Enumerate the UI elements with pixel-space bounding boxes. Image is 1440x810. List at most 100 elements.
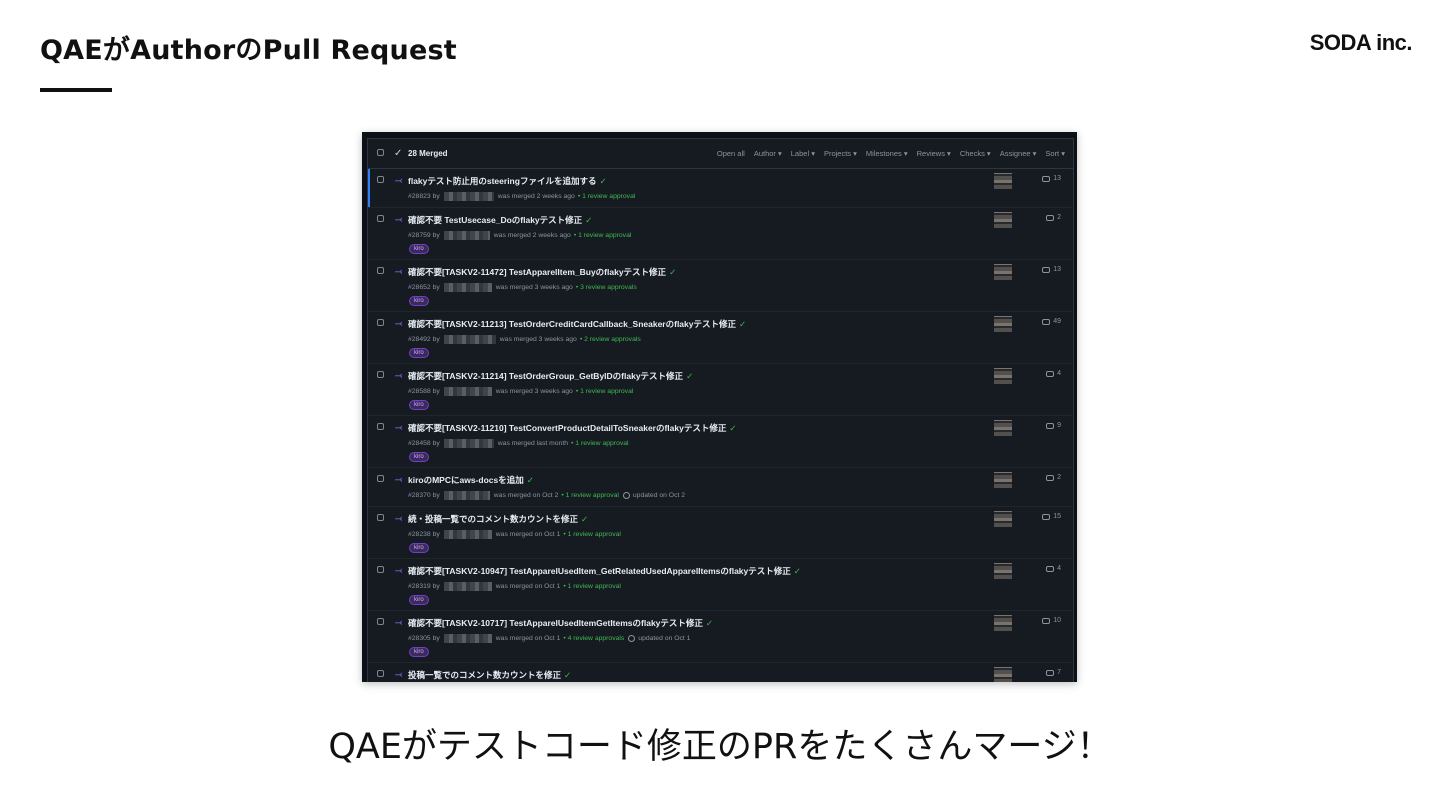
pr-row[interactable]: ⤙ 確認不要[TASKV2-10717] TestApparelUsedItemG… <box>368 611 1073 663</box>
pr-row[interactable]: ⤙ 確認不要[TASKV2-10947] TestApparelUsedItem_… <box>368 559 1073 611</box>
pr-meta: #28652 by was merged 3 weeks ago • 3 revie… <box>408 283 637 292</box>
check-success-icon: ✓ <box>793 566 801 576</box>
assignee-filter[interactable]: Assignee ▾ <box>1000 149 1037 158</box>
reviewer-avatar[interactable] <box>994 212 1012 228</box>
reviewer-avatar[interactable] <box>994 368 1012 384</box>
row-checkbox[interactable] <box>377 267 384 274</box>
pr-merged-icon: ⤙ <box>395 565 403 575</box>
label-badge[interactable]: kiro <box>409 244 429 254</box>
select-all-checkbox[interactable] <box>377 149 384 156</box>
check-success-icon: ✓ <box>564 670 572 680</box>
pr-row[interactable]: ⤙ flakyテスト防止用のsteeringファイルを追加する ✓ #28823 by… <box>368 169 1073 208</box>
pr-title-link[interactable]: 確認不要[TASKV2-10717] TestApparelUsedItemGe… <box>408 617 713 629</box>
company-logo: SODA inc. <box>1309 30 1413 55</box>
comment-count-link[interactable]: 49 <box>1042 318 1061 325</box>
pr-row[interactable]: ⤙ 投稿一覧でのコメント数カウントを修正 ✓ 7 <box>368 663 1073 682</box>
review-approvals-link[interactable]: • 1 review approval <box>571 440 629 447</box>
pr-title-link[interactable]: kiroのMPCにaws-docsを追加 ✓ <box>408 474 534 486</box>
comment-icon <box>1046 422 1055 429</box>
pr-row[interactable]: ⤙ 確認不要 TestUsecase_Doのflakyテスト修正 ✓ #28759 b… <box>368 208 1073 260</box>
pr-row[interactable]: ⤙ 確認不要[TASKV2-11472] TestApparelItem_Buyの… <box>368 260 1073 312</box>
review-approvals-link[interactable]: • 1 review approval <box>563 531 621 538</box>
comment-count-link[interactable]: 2 <box>1046 474 1061 481</box>
pr-row[interactable]: ⤙ 続・投稿一覧でのコメント数カウントを修正 ✓ #28238 by was merge… <box>368 507 1073 559</box>
pr-merged-icon: ⤙ <box>395 474 403 484</box>
projects-filter[interactable]: Projects ▾ <box>824 149 857 158</box>
pr-title-link[interactable]: 確認不要[TASKV2-11214] TestOrderGroup_GetByI… <box>408 370 693 382</box>
checks-filter[interactable]: Checks ▾ <box>960 149 991 158</box>
label-badge[interactable]: kiro <box>409 348 429 358</box>
pr-title-link[interactable]: 確認不要[TASKV2-11210] TestConvertProductDet… <box>408 422 736 434</box>
comment-count-link[interactable]: 13 <box>1042 175 1061 182</box>
review-approvals-link[interactable]: • 3 review approvals <box>576 284 637 291</box>
comment-count-link[interactable]: 4 <box>1046 565 1061 572</box>
review-approvals-link[interactable]: • 1 review approval <box>561 492 619 499</box>
redacted-author <box>443 634 492 643</box>
row-checkbox[interactable] <box>377 319 384 326</box>
pr-title-link[interactable]: flakyテスト防止用のsteeringファイルを追加する ✓ <box>408 175 607 187</box>
comment-count-link[interactable]: 2 <box>1046 214 1061 221</box>
merged-time: was merged on Oct 2 <box>493 492 559 499</box>
pr-title-link[interactable]: 確認不要[TASKV2-10947] TestApparelUsedItem_G… <box>408 565 801 577</box>
comment-count-link[interactable]: 15 <box>1042 513 1061 520</box>
reviews-filter[interactable]: Reviews ▾ <box>917 149 951 158</box>
comment-count-link[interactable]: 10 <box>1042 617 1061 624</box>
reviewer-avatar[interactable] <box>994 264 1012 280</box>
pr-row[interactable]: ⤙ 確認不要[TASKV2-11213] TestOrderCreditCardC… <box>368 312 1073 364</box>
row-checkbox[interactable] <box>377 514 384 521</box>
pr-merged-icon: ⤙ <box>395 669 403 679</box>
pr-title-link[interactable]: 確認不要 TestUsecase_Doのflakyテスト修正 ✓ <box>408 214 592 226</box>
reviewer-avatar[interactable] <box>994 667 1012 682</box>
reviewer-avatar[interactable] <box>994 615 1012 631</box>
row-checkbox[interactable] <box>377 618 384 625</box>
pr-title-link[interactable]: 投稿一覧でのコメント数カウントを修正 ✓ <box>408 669 571 681</box>
label-badge[interactable]: kiro <box>409 452 429 462</box>
check-success-icon: ✓ <box>585 215 593 225</box>
pr-row[interactable]: ⤙ 確認不要[TASKV2-11210] TestConvertProductDe… <box>368 416 1073 468</box>
comment-count-link[interactable]: 13 <box>1042 266 1061 273</box>
merged-count-filter[interactable]: 28 Merged <box>408 149 448 158</box>
reviewer-avatar[interactable] <box>994 472 1012 488</box>
review-approvals-link[interactable]: • 2 review approvals <box>580 336 641 343</box>
pr-number: #28305 by <box>408 635 440 642</box>
sort-filter[interactable]: Sort ▾ <box>1045 149 1065 158</box>
slide-title: QAEがAuthorのPull Request <box>40 35 457 66</box>
milestones-filter[interactable]: Milestones ▾ <box>866 149 908 158</box>
author-filter[interactable]: Author ▾ <box>754 149 782 158</box>
reviewer-avatar[interactable] <box>994 420 1012 436</box>
reviewer-avatar[interactable] <box>994 316 1012 332</box>
review-approvals-link[interactable]: • 1 review approval <box>574 232 632 239</box>
slide-caption: QAEがテストコード修正のPRをたくさんマージ！ <box>328 727 1112 767</box>
row-checkbox[interactable] <box>377 371 384 378</box>
pr-title-link[interactable]: 確認不要[TASKV2-11213] TestOrderCreditCardCa… <box>408 318 746 330</box>
label-badge[interactable]: kiro <box>409 400 429 410</box>
redacted-author <box>443 439 494 448</box>
label-badge[interactable]: kiro <box>409 543 429 553</box>
review-approvals-link[interactable]: • 1 review approval <box>576 388 634 395</box>
reviewer-avatar[interactable] <box>994 563 1012 579</box>
row-checkbox[interactable] <box>377 475 384 482</box>
pr-row[interactable]: ⤙ kiroのMPCにaws-docsを追加 ✓ #28370 by was merge… <box>368 468 1073 507</box>
row-checkbox[interactable] <box>377 670 384 677</box>
label-badge[interactable]: kiro <box>409 647 429 657</box>
open-all-link[interactable]: Open all <box>717 149 745 158</box>
pr-title-link[interactable]: 続・投稿一覧でのコメント数カウントを修正 ✓ <box>408 513 588 525</box>
reviewer-avatar[interactable] <box>994 511 1012 527</box>
pr-row[interactable]: ⤙ 確認不要[TASKV2-11214] TestOrderGroup_GetBy… <box>368 364 1073 416</box>
pr-title-link[interactable]: 確認不要[TASKV2-11472] TestApparelItem_Buyのf… <box>408 266 676 278</box>
row-checkbox[interactable] <box>377 176 384 183</box>
row-checkbox[interactable] <box>377 215 384 222</box>
check-success-icon: ✓ <box>526 475 534 485</box>
review-approvals-link[interactable]: • 1 review approval <box>563 583 621 590</box>
label-badge[interactable]: kiro <box>409 296 429 306</box>
review-approvals-link[interactable]: • 1 review approval <box>578 193 636 200</box>
comment-count-link[interactable]: 7 <box>1046 669 1061 676</box>
comment-count-link[interactable]: 9 <box>1046 422 1061 429</box>
row-checkbox[interactable] <box>377 566 384 573</box>
label-badge[interactable]: kiro <box>409 595 429 605</box>
comment-count-link[interactable]: 4 <box>1046 370 1061 377</box>
review-approvals-link[interactable]: • 4 review approvals <box>563 635 624 642</box>
reviewer-avatar[interactable] <box>994 173 1012 189</box>
label-filter[interactable]: Label ▾ <box>791 149 815 158</box>
row-checkbox[interactable] <box>377 423 384 430</box>
